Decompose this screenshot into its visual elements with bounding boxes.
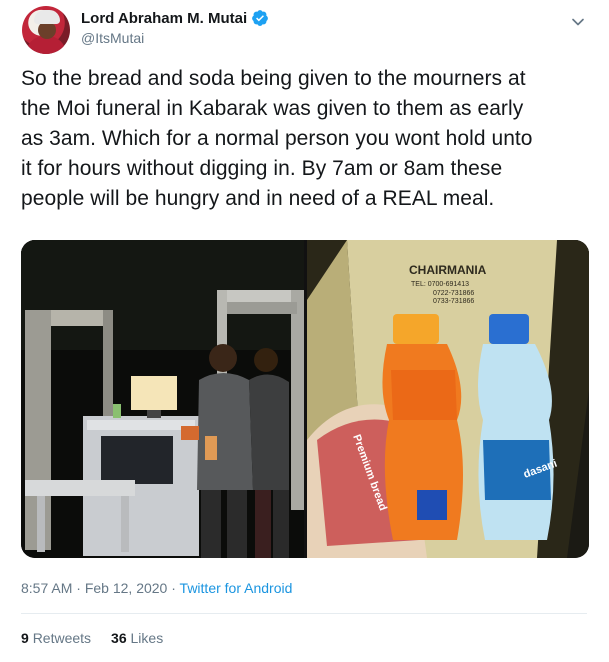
chair-tel-text: TEL: 0700-691413 <box>411 281 469 288</box>
avatar[interactable] <box>22 6 70 54</box>
tweet-source-link[interactable]: Twitter for Android <box>180 580 293 596</box>
meta-separator: · <box>76 580 85 596</box>
retweets-label: Retweets <box>32 630 92 646</box>
verified-badge-icon <box>252 10 268 26</box>
chair-tel-text: 0733-731866 <box>433 298 474 305</box>
chevron-down-icon[interactable] <box>568 12 588 32</box>
chair-brand-text: CHAIRMANIA <box>409 263 487 277</box>
tweet-text-line: as 3am. Which for a normal person you wo… <box>21 127 533 150</box>
likes-label: Likes <box>130 630 164 646</box>
author-handle[interactable]: @ItsMutai <box>81 30 144 46</box>
retweets-stat[interactable]: 9 Retweets <box>21 630 91 646</box>
author-display-name[interactable]: Lord Abraham M. Mutai <box>81 10 247 27</box>
divider <box>21 613 587 614</box>
likes-count: 36 <box>111 630 127 646</box>
author-name-row: Lord Abraham M. Mutai <box>81 9 269 27</box>
chair-tel-text: 0722-731866 <box>433 290 474 297</box>
tweet-text: So the bread and soda being given to the… <box>21 64 591 214</box>
likes-stat[interactable]: 36 Likes <box>111 630 163 646</box>
tweet-stats: 9 Retweets 36 Likes <box>21 630 163 646</box>
tweet-text-line: the Moi funeral in Kabarak was given to … <box>21 97 524 120</box>
tweet-text-line: it for hours without digging in. By 7am … <box>21 157 503 180</box>
tweet-card: Lord Abraham M. Mutai @ItsMutai So the b… <box>0 0 609 662</box>
tweet-media[interactable]: CHAIRMANIA TEL: 0700-691413 0722-731866 … <box>21 240 589 558</box>
meta-separator: · <box>171 580 180 596</box>
retweets-count: 9 <box>21 630 29 646</box>
photo-security-checkpoint[interactable] <box>21 240 304 558</box>
tweet-text-line: So the bread and soda being given to the… <box>21 67 526 90</box>
photo-bread-and-soda[interactable]: CHAIRMANIA TEL: 0700-691413 0722-731866 … <box>307 240 589 558</box>
tweet-time[interactable]: 8:57 AM <box>21 580 72 596</box>
tweet-date[interactable]: Feb 12, 2020 <box>85 580 168 596</box>
tweet-meta: 8:57 AM · Feb 12, 2020 · Twitter for And… <box>21 580 292 596</box>
avatar-cap <box>34 10 60 24</box>
tweet-text-line: people will be hungry and in need of a R… <box>21 187 495 210</box>
